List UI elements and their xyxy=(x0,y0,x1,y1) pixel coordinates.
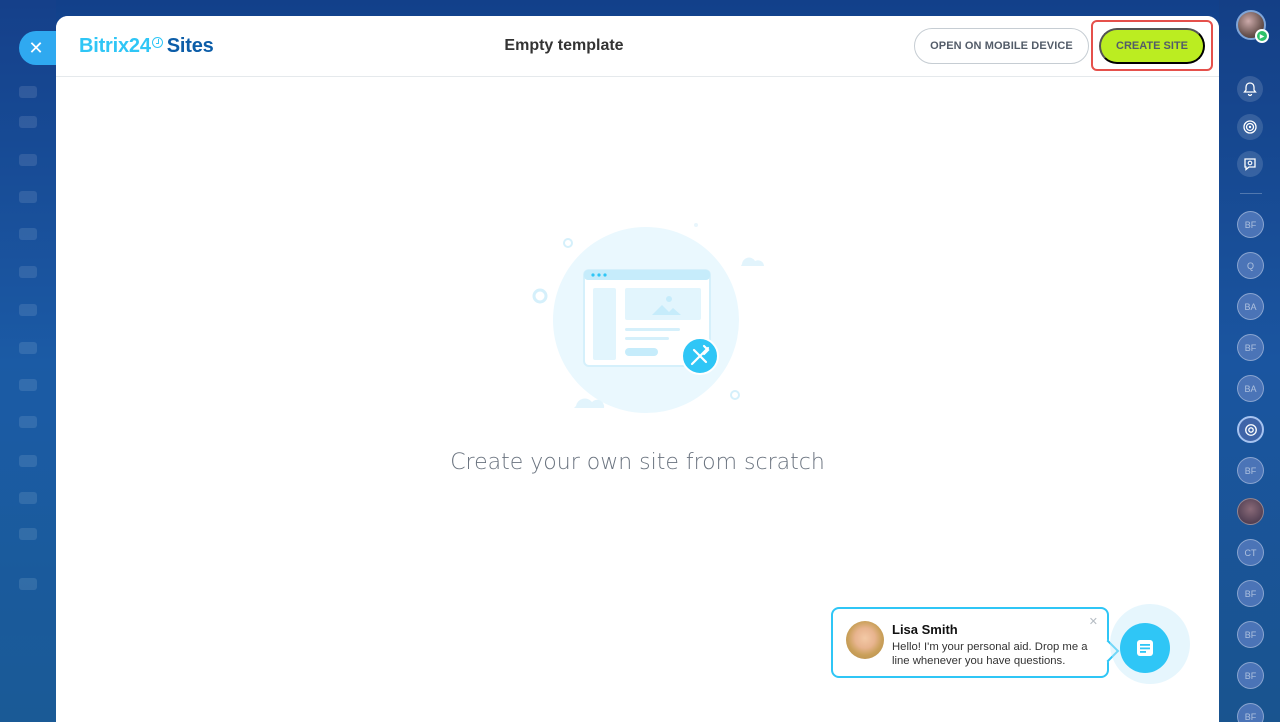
site-template-panel: Bitrix24 Sites Empty template OPEN ON MO… xyxy=(56,16,1219,722)
close-icon[interactable]: ✕ xyxy=(1089,615,1098,628)
left-sidebar xyxy=(0,0,56,722)
menu-item-placeholder xyxy=(19,528,37,540)
assistant-message: Hello! I'm your personal aid. Drop me a … xyxy=(892,641,1088,667)
menu-item-placeholder xyxy=(19,304,37,316)
menu-item-placeholder xyxy=(19,455,37,467)
menu-item-placeholder xyxy=(19,578,37,590)
recent-chat[interactable]: BF xyxy=(1237,621,1264,648)
close-icon: ✕ xyxy=(28,37,44,58)
recent-chat-avatar[interactable] xyxy=(1237,498,1264,525)
open-on-mobile-button[interactable]: OPEN ON MOBILE DEVICE xyxy=(914,28,1089,64)
recent-chat[interactable]: BA xyxy=(1237,293,1264,320)
assistant-chat-popup[interactable]: Lisa Smith Hello! I'm your personal aid.… xyxy=(831,607,1109,678)
copilot-button[interactable] xyxy=(1237,114,1263,140)
empty-template-illustration xyxy=(532,223,764,413)
menu-item-placeholder xyxy=(19,416,37,428)
menu-item-placeholder xyxy=(19,492,37,504)
recent-chat[interactable]: CT xyxy=(1237,539,1264,566)
recent-chat[interactable]: BF xyxy=(1237,457,1264,484)
recent-chat[interactable]: BF xyxy=(1237,211,1264,238)
sidebar-divider xyxy=(1240,193,1262,194)
bell-icon xyxy=(1243,82,1257,97)
menu-item-placeholder xyxy=(19,154,37,166)
messenger-button[interactable] xyxy=(1237,151,1263,177)
create-site-button[interactable]: CREATE SITE xyxy=(1099,28,1205,64)
menu-item-placeholder xyxy=(19,379,37,391)
empty-state-caption: Create your own site from scratch xyxy=(450,450,825,475)
recent-chat[interactable]: BF xyxy=(1237,334,1264,361)
assistant-avatar xyxy=(846,621,884,659)
message-icon xyxy=(1137,640,1153,656)
recent-chat[interactable]: BA xyxy=(1237,375,1264,402)
chat-search-icon xyxy=(1244,158,1256,171)
menu-item-placeholder xyxy=(19,342,37,354)
recent-chat[interactable]: BF xyxy=(1237,580,1264,607)
menu-item-placeholder xyxy=(19,86,37,98)
play-icon: ▶ xyxy=(1255,29,1269,43)
recent-chat[interactable]: BF xyxy=(1237,662,1264,689)
spiral-icon xyxy=(1244,423,1257,436)
right-sidebar xyxy=(1219,0,1280,722)
user-avatar[interactable]: ▶ xyxy=(1236,10,1269,43)
assistant-name: Lisa Smith xyxy=(892,622,958,637)
close-slider-button[interactable]: ✕ xyxy=(19,31,57,65)
menu-item-placeholder xyxy=(19,116,37,128)
recent-chat[interactable] xyxy=(1237,416,1264,443)
menu-item-placeholder xyxy=(19,266,37,278)
open-chat-button[interactable] xyxy=(1120,623,1170,673)
recent-chat[interactable]: Q xyxy=(1237,252,1264,279)
panel-header: Bitrix24 Sites Empty template OPEN ON MO… xyxy=(56,16,1219,77)
menu-item-placeholder xyxy=(19,228,37,240)
menu-item-placeholder xyxy=(19,191,37,203)
spiral-icon xyxy=(1243,120,1257,134)
notifications-button[interactable] xyxy=(1237,76,1263,102)
